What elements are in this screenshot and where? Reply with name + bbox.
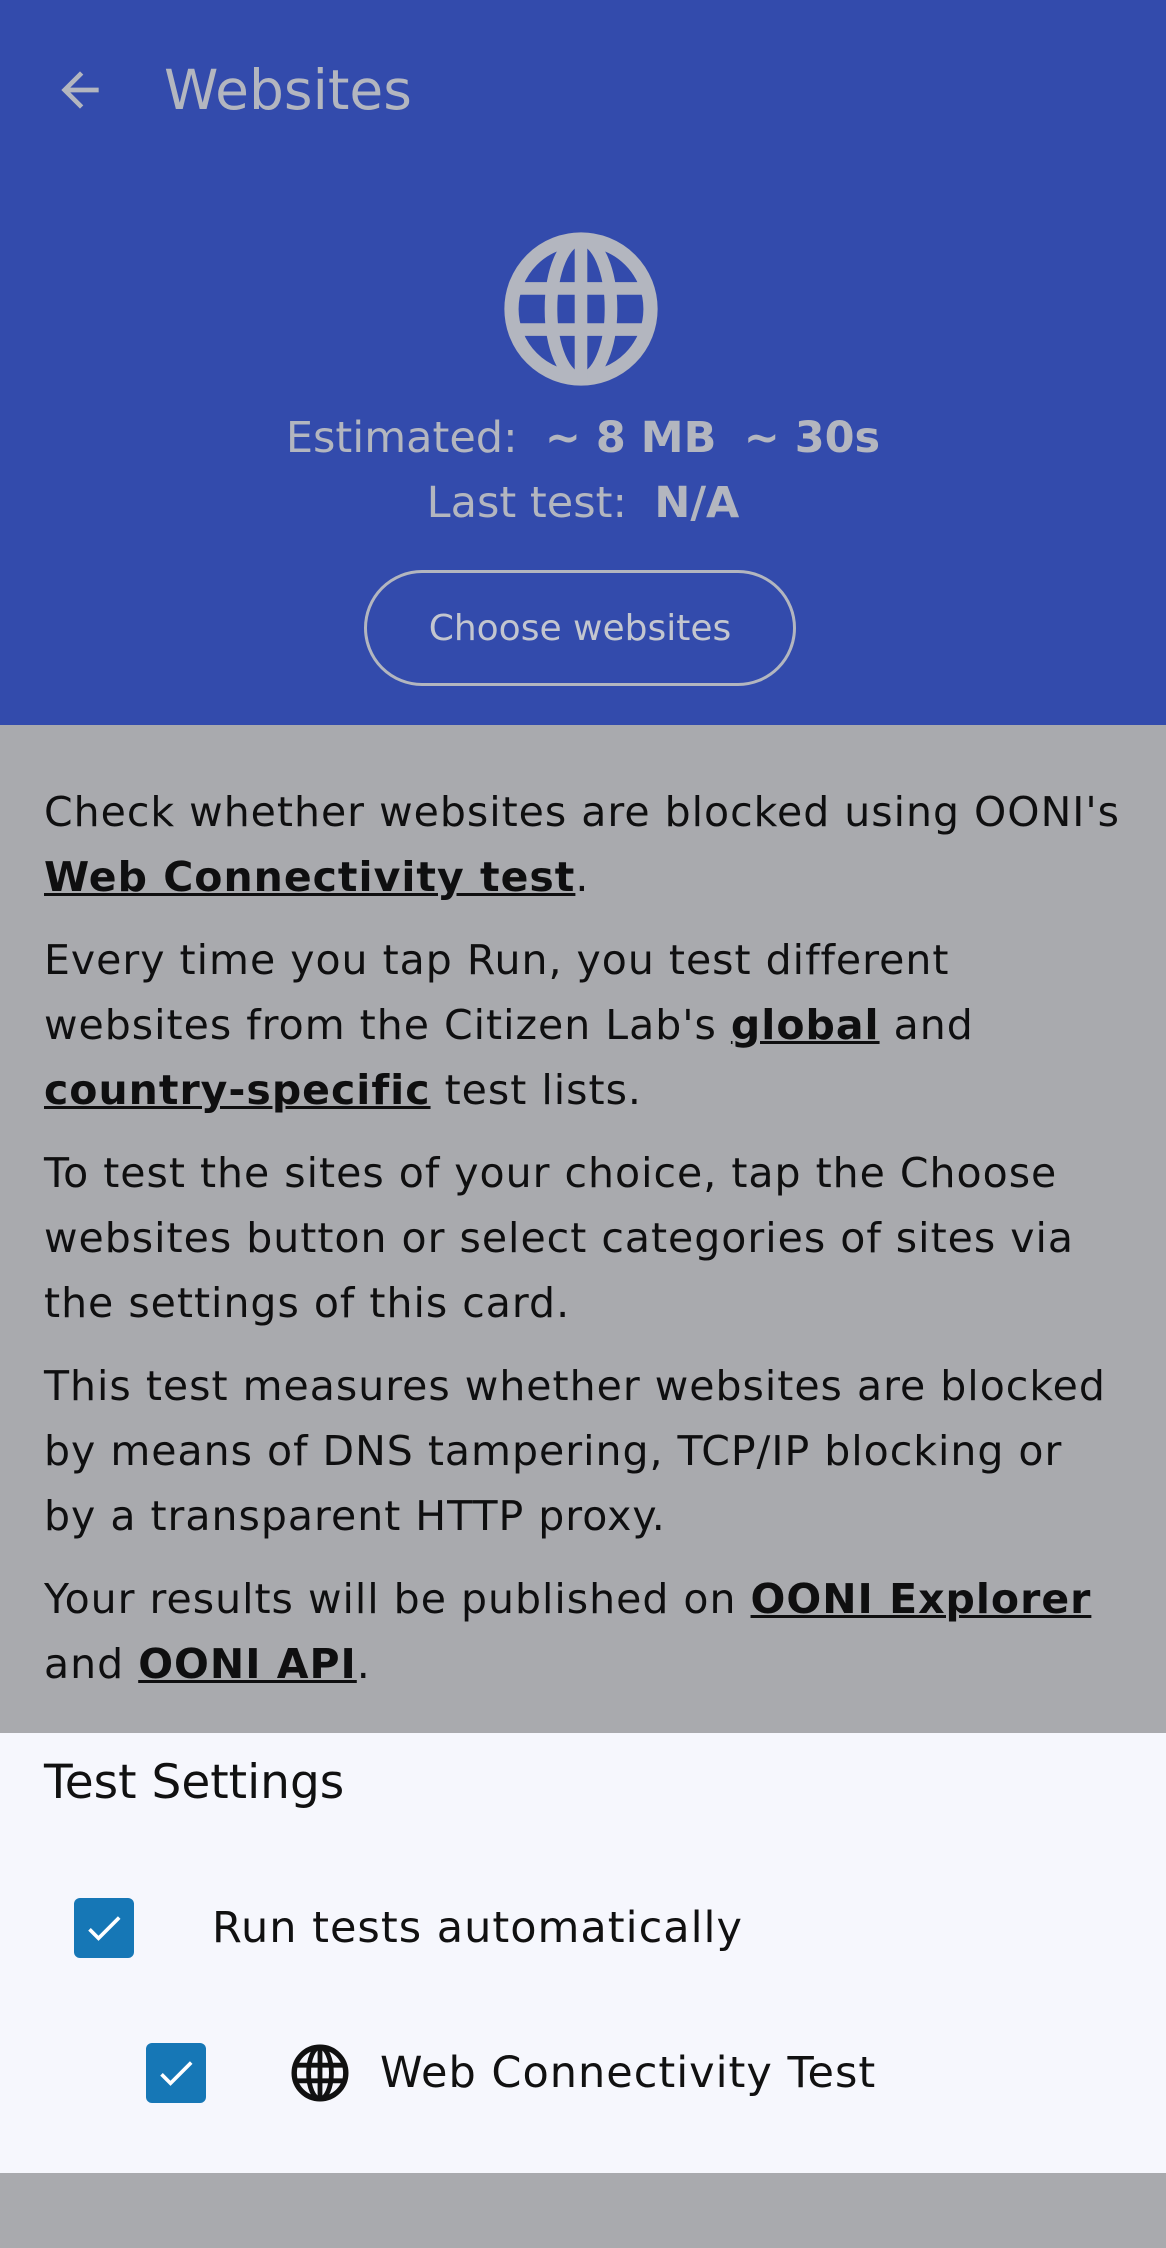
description-paragraph: Check whether websites are blocked using…	[44, 788, 1120, 901]
estimated-info: Estimated: ~ 8 MB ~ 30s	[0, 408, 1166, 468]
web-connectivity-label: Web Connectivity Test	[380, 2048, 877, 2098]
ooni-explorer-link[interactable]: OONI Explorer	[751, 1575, 1092, 1623]
description-paragraph: This test measures whether websites are …	[44, 1362, 1106, 1540]
estimated-label: Estimated:	[285, 413, 518, 463]
choose-websites-button[interactable]: Choose websites	[364, 570, 796, 686]
web-connectivity-link[interactable]: Web Connectivity test	[44, 853, 575, 901]
test-settings-panel: Test Settings Run tests automatically We…	[0, 1733, 1166, 2173]
checkmark-icon	[88, 1916, 121, 1941]
arrow-back-icon	[61, 71, 99, 109]
page-title: Websites	[164, 58, 412, 122]
country-specific-link[interactable]: country-specific	[44, 1066, 431, 1114]
checkmark-icon	[160, 2061, 193, 2086]
globe-icon	[504, 232, 658, 386]
description-paragraph: Every time you tap Run, you test differe…	[44, 936, 974, 1114]
last-test-value: N/A	[654, 478, 740, 528]
estimated-time: ~ 30s	[743, 413, 881, 463]
back-button[interactable]	[42, 52, 118, 128]
last-test-info: Last test: N/A	[0, 473, 1166, 533]
run-automatically-checkbox[interactable]	[74, 1898, 134, 1958]
ooni-api-link[interactable]: OONI API	[138, 1640, 357, 1688]
globe-icon	[291, 2044, 349, 2102]
description-paragraph: To test the sites of your choice, tap th…	[44, 1149, 1075, 1327]
web-connectivity-checkbox[interactable]	[146, 2043, 206, 2103]
run-automatically-label: Run tests automatically	[212, 1903, 743, 1953]
test-header: Websites Estimated: ~ 8 MB ~ 30s Last te…	[0, 0, 1166, 725]
description-paragraph: Your results will be published on OONI E…	[44, 1575, 1092, 1688]
settings-title: Test Settings	[44, 1755, 345, 1810]
estimated-size: ~ 8 MB	[544, 413, 717, 463]
global-list-link[interactable]: global	[731, 1001, 880, 1049]
last-test-label: Last test:	[426, 478, 627, 528]
test-description: Check whether websites are blocked using…	[44, 780, 1124, 1715]
